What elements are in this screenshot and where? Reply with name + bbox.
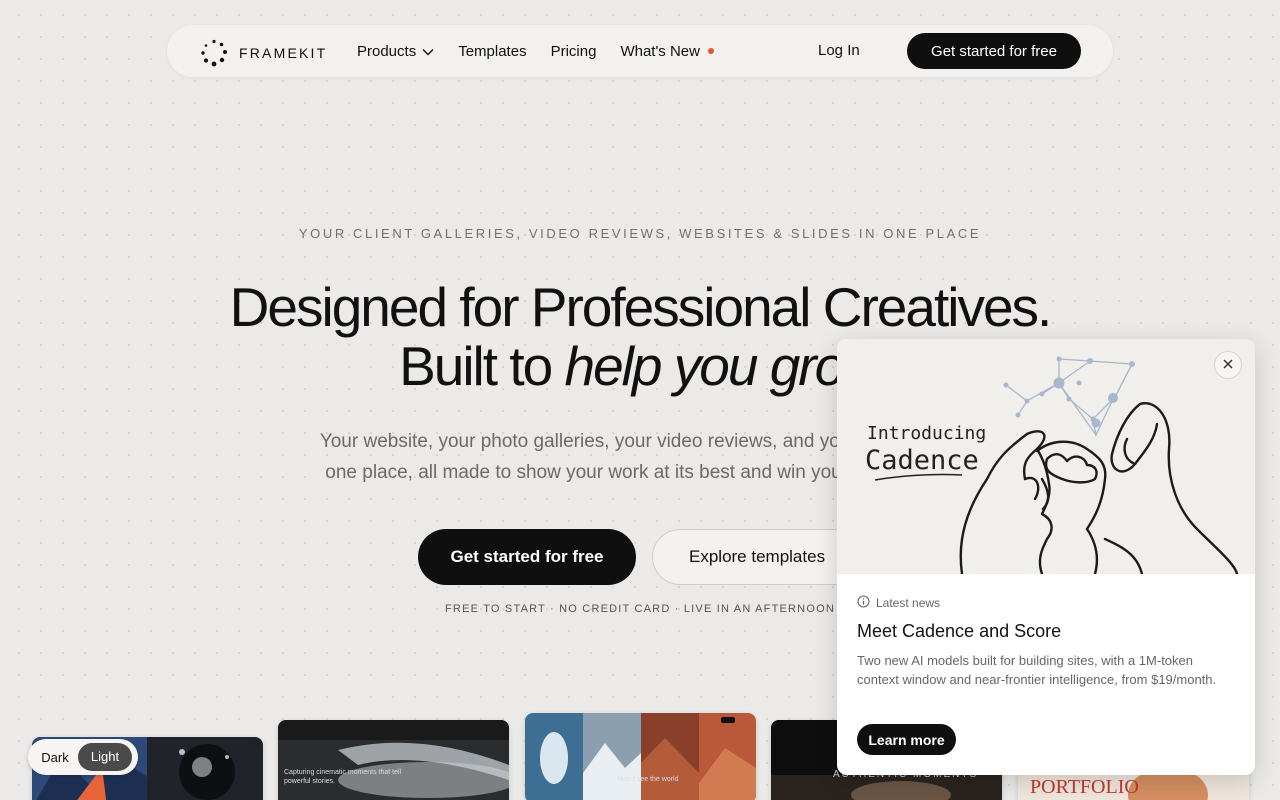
learn-more-button[interactable]: Learn more [857, 724, 956, 755]
nav-pricing-label: Pricing [550, 42, 597, 60]
headline-line-1: Designed for Professional Creatives. [229, 276, 1053, 338]
template-2-caption: Capturing cinematic moments that tell po… [284, 769, 402, 785]
art-caption-line-1: Introducing [867, 423, 986, 444]
cadence-illustration: Introducing Cadence [837, 339, 1255, 576]
theme-light-option[interactable]: Light [78, 743, 132, 771]
login-link[interactable]: Log In [818, 42, 860, 59]
template-5-caption: PORTFOLIO [1030, 776, 1139, 798]
news-description: Two new AI models built for building sit… [857, 653, 1217, 687]
template-3-caption: How I see the world [617, 776, 679, 783]
nav-links: Products Templates Pricing What's New [357, 25, 714, 77]
nav-whats-new-label: What's New [620, 42, 700, 60]
nav-products-label: Products [357, 42, 417, 60]
explore-templates-button[interactable]: Explore templates [652, 529, 862, 585]
popup-close-button[interactable] [1214, 351, 1242, 379]
chevron-down-icon [422, 43, 434, 60]
nav-templates-label: Templates [458, 42, 527, 60]
news-popup: Introducing Cadence Latest news Meet Cad… [837, 339, 1255, 775]
nav-whats-new[interactable]: What's New [620, 43, 714, 60]
brand-logo[interactable]: FRAMEKIT [199, 38, 327, 68]
headline-line-2-plain: Built to [399, 335, 565, 397]
headline-line-2-italic: help you grow [564, 335, 883, 397]
brand-name: FRAMEKIT [239, 45, 328, 61]
info-icon [857, 595, 870, 611]
nav-pricing[interactable]: Pricing [551, 43, 597, 60]
template-thumbnail-3[interactable]: How I see the world [525, 713, 756, 800]
logo-mark-icon [199, 38, 229, 68]
nav-get-started-button[interactable]: Get started for free [907, 33, 1081, 69]
close-icon [1223, 356, 1233, 374]
nav-templates[interactable]: Templates [458, 43, 526, 60]
nav-products[interactable]: Products [357, 43, 434, 60]
top-navigation: FRAMEKIT Products Templates Pricing What… [167, 25, 1113, 77]
news-tag-label: Latest news [876, 596, 941, 610]
theme-toggle: Dark Light [28, 739, 138, 775]
news-title: Meet Cadence and Score [857, 621, 1062, 641]
hero-get-started-button[interactable]: Get started for free [418, 529, 636, 585]
theme-dark-option[interactable]: Dark [32, 750, 78, 765]
art-caption-line-2: Cadence [865, 445, 979, 476]
hero-eyebrow: YOUR CLIENT GALLERIES, VIDEO REVIEWS, WE… [298, 226, 982, 241]
template-thumbnail-2[interactable]: Capturing cinematic moments that tell po… [278, 720, 509, 800]
new-indicator-dot [708, 48, 714, 54]
news-tag: Latest news [857, 595, 940, 611]
